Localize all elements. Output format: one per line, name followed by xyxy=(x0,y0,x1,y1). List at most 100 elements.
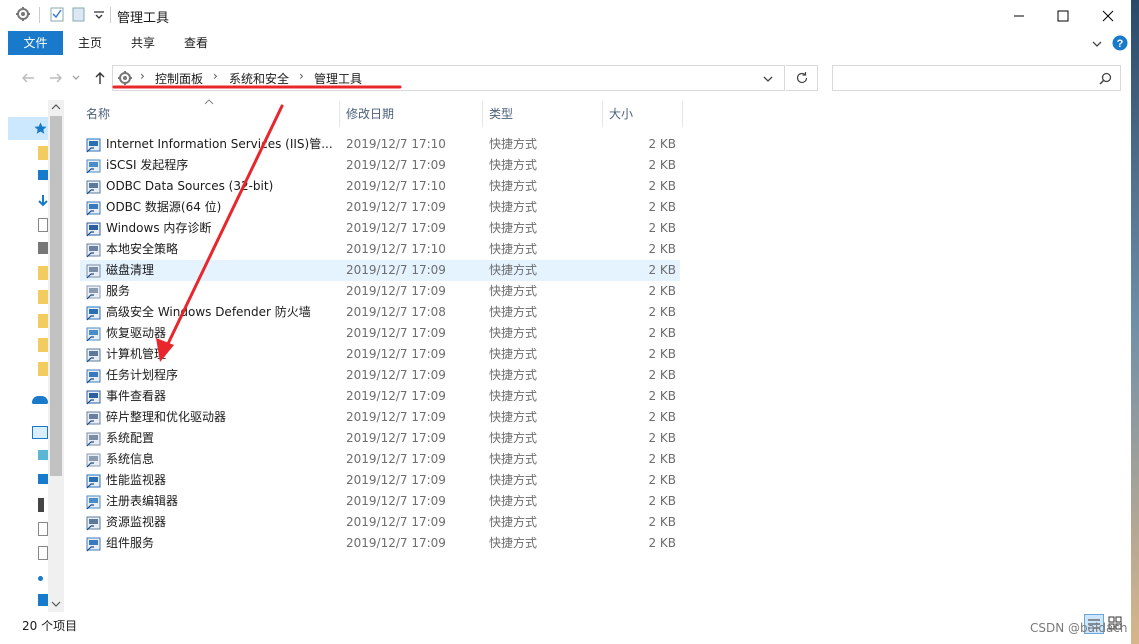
expand-ribbon-icon[interactable] xyxy=(1091,38,1103,50)
download-icon[interactable] xyxy=(38,194,48,208)
tab-home[interactable]: 主页 xyxy=(70,31,110,55)
folder-icon[interactable] xyxy=(38,146,48,160)
column-header-size[interactable]: 大小 xyxy=(603,101,683,127)
folder-icon[interactable] xyxy=(38,314,48,328)
breadcrumb-admin-tools[interactable]: 管理工具 xyxy=(314,70,362,87)
up-button[interactable] xyxy=(90,68,110,88)
file-row[interactable]: 性能监视器 2019/12/7 17:09 快捷方式 2 KB xyxy=(80,470,680,491)
refresh-button[interactable] xyxy=(786,65,818,91)
file-name: Windows 内存诊断 xyxy=(106,221,212,235)
file-name: 恢复驱动器 xyxy=(106,326,167,340)
desktop-wallpaper-edge xyxy=(1131,0,1139,644)
column-header-name[interactable]: 名称 xyxy=(80,101,340,127)
file-row[interactable]: 系统信息 2019/12/7 17:09 快捷方式 2 KB xyxy=(80,449,680,470)
onedrive-icon[interactable] xyxy=(32,396,48,404)
document-icon[interactable] xyxy=(38,522,48,536)
scrollbar-thumb[interactable] xyxy=(50,116,62,476)
file-row[interactable]: 任务计划程序 2019/12/7 17:09 快捷方式 2 KB xyxy=(80,365,680,386)
component-services-icon xyxy=(86,537,101,552)
3d-objects-icon[interactable] xyxy=(38,450,48,460)
chevron-down-icon[interactable] xyxy=(762,74,774,84)
document-icon[interactable] xyxy=(38,218,48,232)
video-icon[interactable] xyxy=(38,474,48,484)
folder-icon[interactable] xyxy=(38,362,48,376)
refresh-icon xyxy=(796,72,807,84)
pictures-icon[interactable] xyxy=(38,498,44,512)
file-date: 2019/12/7 17:09 xyxy=(346,368,446,382)
scroll-up-icon[interactable] xyxy=(51,103,61,111)
minimize-button[interactable] xyxy=(996,0,1042,31)
registry-editor-icon xyxy=(86,495,101,510)
this-pc-icon[interactable] xyxy=(32,426,48,439)
file-name: 计算机管理 xyxy=(106,347,167,361)
file-name: iSCSI 发起程序 xyxy=(106,158,189,172)
breadcrumb-separator[interactable]: › xyxy=(140,69,145,83)
desktop-icon[interactable] xyxy=(38,170,48,180)
tab-file[interactable]: 文件 xyxy=(8,31,63,55)
column-header-date[interactable]: 修改日期 xyxy=(340,101,483,127)
new-folder-icon[interactable] xyxy=(71,6,87,22)
desktop-icon[interactable] xyxy=(38,594,48,606)
control-panel-gear-icon[interactable] xyxy=(15,6,31,22)
file-size: 2 KB xyxy=(648,410,676,424)
firewall-icon xyxy=(86,306,101,321)
file-row[interactable]: 本地安全策略 2019/12/7 17:10 快捷方式 2 KB xyxy=(80,239,680,260)
search-input[interactable] xyxy=(832,65,1121,91)
file-type: 快捷方式 xyxy=(489,242,538,256)
file-row[interactable]: 高级安全 Windows Defender 防火墙 2019/12/7 17:08… xyxy=(80,302,680,323)
properties-icon[interactable] xyxy=(49,6,65,22)
file-row[interactable]: 计算机管理 2019/12/7 17:09 快捷方式 2 KB xyxy=(80,344,680,365)
file-row[interactable]: ODBC 数据源(64 位) 2019/12/7 17:09 快捷方式 2 KB xyxy=(80,197,680,218)
navigation-bar: › 控制面板 › 系统和安全 › 管理工具 xyxy=(0,56,1139,100)
column-header-type[interactable]: 类型 xyxy=(483,101,603,127)
recent-locations-button[interactable] xyxy=(70,68,82,88)
tab-view[interactable]: 查看 xyxy=(175,31,217,55)
navpane-scrollbar[interactable] xyxy=(48,100,64,612)
back-button[interactable] xyxy=(18,68,38,88)
file-row[interactable]: 碎片整理和优化驱动器 2019/12/7 17:09 快捷方式 2 KB xyxy=(80,407,680,428)
breadcrumb-separator[interactable]: › xyxy=(299,69,304,83)
file-row[interactable]: 资源监视器 2019/12/7 17:09 快捷方式 2 KB xyxy=(80,512,680,533)
breadcrumb-system-security[interactable]: 系统和安全 xyxy=(229,70,289,87)
file-row[interactable]: 注册表编辑器 2019/12/7 17:09 快捷方式 2 KB xyxy=(80,491,680,512)
help-icon[interactable]: ? xyxy=(1112,35,1128,51)
breadcrumb-separator[interactable]: › xyxy=(213,69,218,83)
tab-share[interactable]: 共享 xyxy=(122,31,164,55)
close-button[interactable] xyxy=(1085,0,1131,31)
chevron-down-icon[interactable] xyxy=(91,6,107,22)
music-icon[interactable] xyxy=(38,576,43,581)
navigation-pane xyxy=(0,100,64,612)
file-size: 2 KB xyxy=(648,305,676,319)
maximize-button[interactable] xyxy=(1040,0,1086,31)
file-date: 2019/12/7 17:10 xyxy=(346,137,446,151)
system-info-icon xyxy=(86,453,101,468)
document-icon[interactable] xyxy=(38,546,48,560)
file-row[interactable]: 磁盘清理 2019/12/7 17:09 快捷方式 2 KB xyxy=(80,260,680,281)
file-size: 2 KB xyxy=(648,494,676,508)
folder-icon[interactable] xyxy=(38,338,48,352)
folder-icon[interactable] xyxy=(38,266,48,280)
file-type: 快捷方式 xyxy=(489,347,538,361)
file-row[interactable]: Windows 内存诊断 2019/12/7 17:09 快捷方式 2 KB xyxy=(80,218,680,239)
file-name: 系统信息 xyxy=(106,452,155,466)
file-row[interactable]: iSCSI 发起程序 2019/12/7 17:09 快捷方式 2 KB xyxy=(80,155,680,176)
file-type: 快捷方式 xyxy=(489,158,538,172)
minimize-icon xyxy=(1014,15,1024,16)
breadcrumb-control-panel[interactable]: 控制面板 xyxy=(155,70,203,87)
scroll-down-icon[interactable] xyxy=(51,600,61,608)
nav-item-quick-access[interactable] xyxy=(8,117,48,140)
forward-button[interactable] xyxy=(46,68,66,88)
address-bar[interactable]: › 控制面板 › 系统和安全 › 管理工具 xyxy=(112,65,785,91)
file-row[interactable]: 系统配置 2019/12/7 17:09 快捷方式 2 KB xyxy=(80,428,680,449)
file-row[interactable]: 事件查看器 2019/12/7 17:09 快捷方式 2 KB xyxy=(80,386,680,407)
folder-icon[interactable] xyxy=(38,290,48,304)
title-bar: 管理工具 xyxy=(0,0,1139,31)
file-size: 2 KB xyxy=(648,368,676,382)
file-row[interactable]: 恢复驱动器 2019/12/7 17:09 快捷方式 2 KB xyxy=(80,323,680,344)
file-row[interactable]: 组件服务 2019/12/7 17:09 快捷方式 2 KB xyxy=(80,533,680,554)
pictures-icon[interactable] xyxy=(38,242,48,254)
file-row[interactable]: 服务 2019/12/7 17:09 快捷方式 2 KB xyxy=(80,281,680,302)
file-row[interactable]: Internet Information Services (IIS)管... 2… xyxy=(80,134,680,155)
file-type: 快捷方式 xyxy=(489,179,538,193)
file-row[interactable]: ODBC Data Sources (32-bit) 2019/12/7 17:1… xyxy=(80,176,680,197)
